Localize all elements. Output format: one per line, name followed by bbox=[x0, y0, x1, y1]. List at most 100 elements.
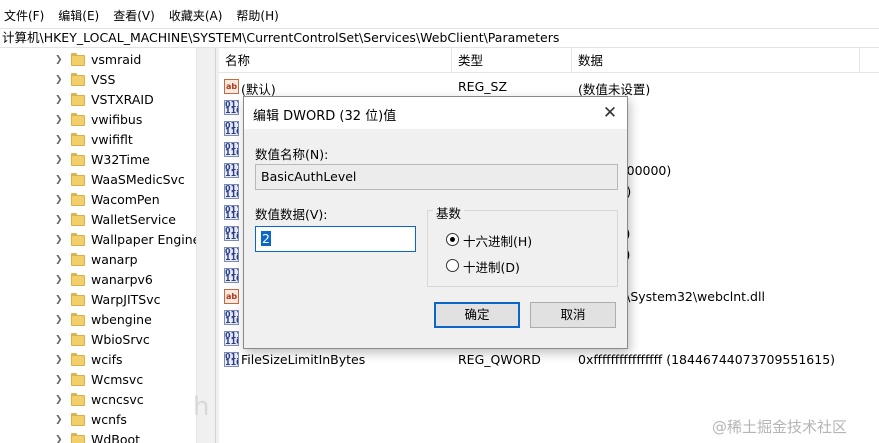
folder-icon bbox=[71, 393, 85, 407]
folder-icon bbox=[71, 253, 85, 267]
ok-button[interactable]: 确定 bbox=[434, 302, 520, 328]
tree-item[interactable]: ❯ wcnfs bbox=[0, 410, 215, 430]
radix-dec-label[interactable]: 十进制(D) bbox=[463, 257, 520, 276]
tree-item[interactable]: ❯ WarpJITSvc bbox=[0, 290, 215, 310]
tree-item[interactable]: ❯ vwififlt bbox=[0, 130, 215, 150]
table-row[interactable]: 011110FileSizeLimitInBytes REG_QWORD 0xfff… bbox=[219, 349, 879, 370]
chevron-right-icon[interactable]: ❯ bbox=[55, 334, 65, 346]
value-data-input[interactable]: 2 bbox=[255, 226, 416, 252]
tree-item[interactable]: ❯ VSS bbox=[0, 70, 215, 90]
chevron-right-icon[interactable]: ❯ bbox=[55, 134, 65, 146]
tree-item[interactable]: ❯ vsmraid bbox=[0, 50, 215, 70]
tree-item[interactable]: ❯ wcncsvc bbox=[0, 390, 215, 410]
string-value-icon: ab bbox=[224, 79, 239, 94]
address-bar[interactable]: 计算机\HKEY_LOCAL_MACHINE\SYSTEM\CurrentCon… bbox=[0, 28, 879, 48]
tree-item-label: WbioSrvc bbox=[91, 332, 150, 347]
chevron-right-icon[interactable]: ❯ bbox=[55, 314, 65, 326]
tree-item[interactable]: ❯ wcifs bbox=[0, 350, 215, 370]
tree-item[interactable]: ❯ Wallpaper Engine bbox=[0, 230, 215, 250]
folder-icon bbox=[71, 53, 85, 67]
folder-icon bbox=[71, 153, 85, 167]
cancel-button[interactable]: 取消 bbox=[530, 302, 616, 328]
edit-dword-dialog: 编辑 DWORD (32 位)值 ✕ 数值名称(N): BasicAuthLev… bbox=[243, 96, 628, 349]
tree-item-label: wcncsvc bbox=[91, 392, 144, 407]
chevron-right-icon[interactable]: ❯ bbox=[55, 214, 65, 226]
chevron-right-icon[interactable]: ❯ bbox=[55, 294, 65, 306]
binary-value-icon: 011110 bbox=[224, 121, 239, 136]
key-tree[interactable]: ❯ vsmraid ❯ VSS ❯ VSTXRAID ❯ vwifibus ❯ vwififlt ❯… bbox=[0, 48, 215, 443]
tree-item[interactable]: ❯ wbengine bbox=[0, 310, 215, 330]
tree-item[interactable]: ❯ VSTXRAID bbox=[0, 90, 215, 110]
tree-item[interactable]: ❯ WdBoot bbox=[0, 430, 215, 443]
string-value-icon: ab bbox=[224, 289, 239, 304]
binary-value-icon: 011110 bbox=[224, 352, 239, 367]
binary-value-icon: 011110 bbox=[224, 184, 239, 199]
tree-item[interactable]: ❯ WbioSrvc bbox=[0, 330, 215, 350]
radix-hex-radio[interactable] bbox=[446, 233, 459, 246]
tree-item-label: WarpJITSvc bbox=[91, 292, 161, 307]
chevron-right-icon[interactable]: ❯ bbox=[55, 114, 65, 126]
tree-item-label: WalletService bbox=[91, 212, 176, 227]
table-row[interactable]: ab (默认) REG_SZ (数值未设置) bbox=[219, 76, 879, 97]
close-icon[interactable]: ✕ bbox=[599, 102, 621, 124]
tree-item[interactable]: ❯ Wcmsvc bbox=[0, 370, 215, 390]
radix-dec-radio[interactable] bbox=[446, 259, 459, 272]
chevron-right-icon[interactable]: ❯ bbox=[55, 74, 65, 86]
chevron-right-icon[interactable]: ❯ bbox=[55, 254, 65, 266]
watermark: @稀土掘金技术社区 bbox=[712, 418, 848, 436]
binary-value-icon: 011110 bbox=[224, 268, 239, 283]
radix-hex-label[interactable]: 十六进制(H) bbox=[463, 231, 532, 250]
menu-view[interactable]: 查看(V) bbox=[113, 7, 155, 24]
column-header-name[interactable]: 名称 bbox=[219, 48, 452, 73]
tree-item[interactable]: ❯ W32Time bbox=[0, 150, 215, 170]
chevron-right-icon[interactable]: ❯ bbox=[55, 194, 65, 206]
tree-item-label: Wallpaper Engine bbox=[91, 232, 201, 247]
chevron-right-icon[interactable]: ❯ bbox=[55, 434, 65, 443]
value-data: 0xffffffffffffffff (18446744073709551615… bbox=[578, 352, 836, 367]
chevron-right-icon[interactable]: ❯ bbox=[55, 94, 65, 106]
menu-favorites[interactable]: 收藏夹(A) bbox=[169, 7, 223, 24]
chevron-right-icon[interactable]: ❯ bbox=[55, 154, 65, 166]
chevron-right-icon[interactable]: ❯ bbox=[55, 54, 65, 66]
tree-item[interactable]: ❯ WacomPen bbox=[0, 190, 215, 210]
value-type: REG_SZ bbox=[458, 79, 508, 94]
tree-item-label: VSS bbox=[91, 72, 116, 87]
tree-scrollbar[interactable] bbox=[196, 48, 215, 443]
menu-help[interactable]: 帮助(H) bbox=[236, 7, 278, 24]
tree-item[interactable]: ❯ wanarpv6 bbox=[0, 270, 215, 290]
tree-item-label: vsmraid bbox=[91, 52, 142, 67]
tree-item[interactable]: ❯ WaaSMedicSvc bbox=[0, 170, 215, 190]
value-name-label: 数值名称(N): bbox=[255, 147, 329, 162]
binary-value-icon: 011110 bbox=[224, 247, 239, 262]
folder-icon bbox=[71, 273, 85, 287]
value-type: REG_QWORD bbox=[458, 352, 541, 367]
chevron-right-icon[interactable]: ❯ bbox=[55, 174, 65, 186]
folder-icon bbox=[71, 73, 85, 87]
binary-value-icon: 011110 bbox=[224, 331, 239, 346]
chevron-right-icon[interactable]: ❯ bbox=[55, 374, 65, 386]
tree-item[interactable]: ❯ vwifibus bbox=[0, 110, 215, 130]
tree-item-label: wcnfs bbox=[91, 412, 127, 427]
column-header-data[interactable]: 数据 bbox=[572, 48, 860, 73]
tree-item[interactable]: ❯ WalletService bbox=[0, 210, 215, 230]
folder-icon bbox=[71, 133, 85, 147]
chevron-right-icon[interactable]: ❯ bbox=[55, 414, 65, 426]
folder-icon bbox=[71, 93, 85, 107]
tree-item-label: wanarp bbox=[91, 252, 138, 267]
menu-file[interactable]: 文件(F) bbox=[4, 7, 44, 24]
dialog-titlebar[interactable]: 编辑 DWORD (32 位)值 ✕ bbox=[244, 97, 627, 129]
chevron-right-icon[interactable]: ❯ bbox=[55, 394, 65, 406]
menu-edit[interactable]: 编辑(E) bbox=[58, 7, 99, 24]
folder-icon bbox=[71, 293, 85, 307]
value-data-label: 数值数据(V): bbox=[255, 207, 328, 222]
binary-value-icon: 011110 bbox=[224, 142, 239, 157]
list-header: 名称 类型 数据 bbox=[219, 48, 879, 73]
chevron-right-icon[interactable]: ❯ bbox=[55, 354, 65, 366]
menu-bar: 文件(F) 编辑(E) 查看(V) 收藏夹(A) 帮助(H) bbox=[0, 0, 879, 30]
chevron-right-icon[interactable]: ❯ bbox=[55, 274, 65, 286]
tree-item[interactable]: ❯ wanarp bbox=[0, 250, 215, 270]
tree-item-label: Wcmsvc bbox=[91, 372, 144, 387]
column-header-type[interactable]: 类型 bbox=[452, 48, 572, 73]
tree-item-label: wcifs bbox=[91, 352, 123, 367]
chevron-right-icon[interactable]: ❯ bbox=[55, 234, 65, 246]
